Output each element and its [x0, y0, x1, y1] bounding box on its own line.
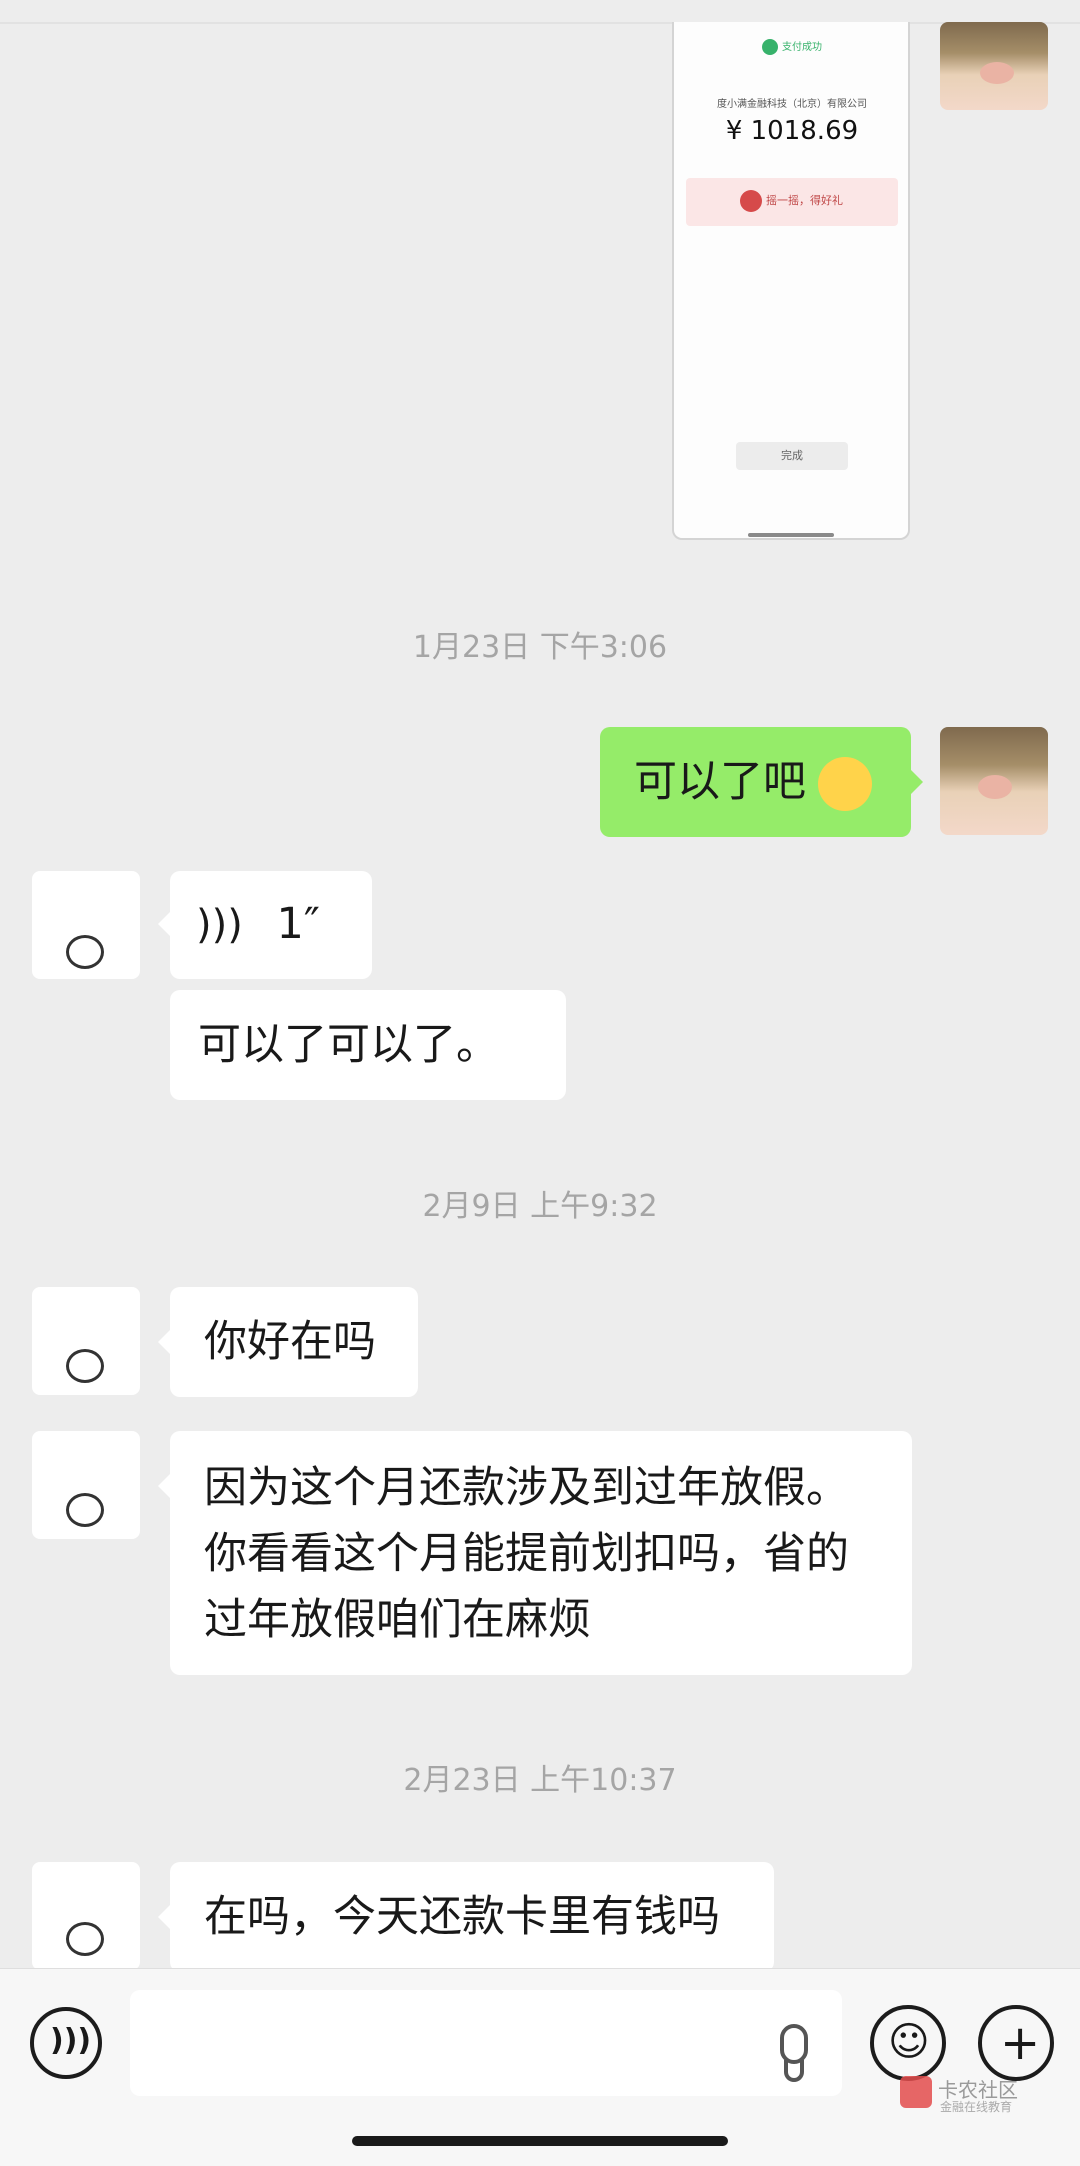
doodle-face-icon: [66, 1349, 104, 1383]
sent-image-payment-receipt[interactable]: 支付成功 度小满金融科技（北京）有限公司 ¥ 1018.69 摇一摇，得好礼 完…: [672, 22, 910, 540]
doodle-face-icon: [66, 1493, 104, 1527]
smile-face-icon: ☺: [888, 2019, 930, 2065]
success-check-icon: [762, 39, 778, 55]
receipt-amount: ¥ 1018.69: [725, 116, 859, 146]
contact-avatar[interactable]: [32, 1287, 140, 1395]
emoji-button[interactable]: ☺: [870, 2005, 946, 2081]
received-message-bubble[interactable]: 在吗，今天还款卡里有钱吗: [170, 1862, 774, 1972]
receipt-home-indicator: [748, 533, 834, 537]
timestamp: 2月23日 上午10:37: [403, 1763, 677, 1798]
microphone-icon[interactable]: [780, 2024, 808, 2064]
doodle-face-icon: [66, 1922, 104, 1956]
message-text: 因为这个月还款涉及到过年放假。你看看这个月能提前划扣吗，省的过年放假咱们在麻烦: [204, 1463, 849, 1645]
contact-avatar[interactable]: [32, 1862, 140, 1970]
home-indicator: [352, 2136, 728, 2146]
watermark-logo-icon: [900, 2076, 932, 2108]
pig-snout-icon: [980, 62, 1014, 84]
contact-avatar[interactable]: [32, 871, 140, 979]
plus-icon: +: [1000, 2015, 1041, 2071]
more-actions-button[interactable]: +: [978, 2005, 1054, 2081]
top-divider: [0, 22, 1080, 24]
timestamp: 1月23日 下午3:06: [412, 630, 668, 665]
voice-wave-icon: ))): [196, 902, 243, 948]
microphone-stand-icon: [784, 2060, 804, 2082]
contact-avatar[interactable]: [32, 1431, 140, 1539]
message-text: 你好在吗: [204, 1317, 376, 1367]
receipt-done-button: 完成: [736, 442, 848, 470]
pig-snout-icon: [978, 775, 1012, 799]
watermark-subtitle: 金融在线教育: [940, 2100, 1013, 2114]
message-text: 可以了吧: [634, 757, 806, 807]
receipt-status: 支付成功: [782, 42, 822, 53]
receipt-promo-banner: 摇一摇，得好礼: [686, 178, 898, 226]
message-input[interactable]: [130, 1990, 842, 2096]
bubble-tail: [158, 1905, 170, 1929]
timestamp: 2月9日 上午9:32: [422, 1189, 658, 1224]
sent-message-bubble[interactable]: 可以了吧: [600, 727, 911, 837]
sweat-smile-emoji-icon: [818, 757, 872, 811]
receipt-merchant: 度小满金融科技（北京）有限公司: [717, 99, 867, 110]
received-message-bubble[interactable]: 可以了可以了。: [170, 990, 566, 1100]
my-avatar[interactable]: [940, 22, 1048, 110]
bubble-tail: [911, 770, 923, 794]
message-text: 可以了可以了。: [198, 1020, 499, 1070]
bubble-tail: [158, 1474, 170, 1498]
voice-duration: 1″: [276, 899, 320, 949]
received-message-bubble[interactable]: 你好在吗: [170, 1287, 418, 1397]
voice-input-toggle-button[interactable]: ))): [30, 2007, 102, 2079]
receipt-promo-text: 摇一摇，得好礼: [766, 194, 843, 207]
doodle-face-icon: [66, 935, 104, 969]
received-message-bubble[interactable]: 因为这个月还款涉及到过年放假。你看看这个月能提前划扣吗，省的过年放假咱们在麻烦: [170, 1431, 912, 1675]
my-avatar[interactable]: [940, 727, 1048, 835]
voice-wave-icon: ))): [50, 2023, 92, 2058]
bubble-tail: [158, 1330, 170, 1354]
voice-message-bubble[interactable]: ))) 1″: [170, 871, 372, 979]
message-text: 在吗，今天还款卡里有钱吗: [204, 1892, 720, 1942]
red-envelope-icon: [740, 190, 762, 212]
bubble-tail: [158, 912, 170, 936]
